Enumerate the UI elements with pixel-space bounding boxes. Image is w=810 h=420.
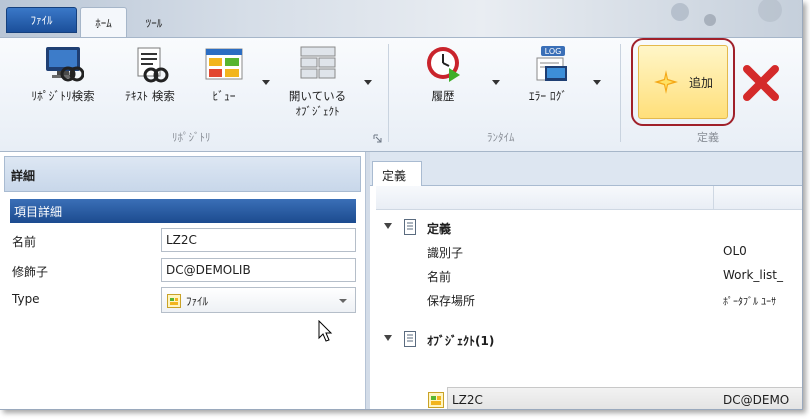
history-clock-icon <box>427 47 460 82</box>
open-objects-label-line1: 開いている <box>288 89 347 103</box>
open-objects-dropdown-arrow-icon[interactable] <box>364 80 372 85</box>
view-dropdown-arrow-icon[interactable] <box>262 80 270 85</box>
definition-tab-header: 定義 <box>370 156 802 187</box>
open-objects-label-line2: ｵﾌﾞｼﾞｪｸﾄ <box>295 105 340 118</box>
open-objects-button[interactable]: 開いている ｵﾌﾞｼﾞｪｸﾄ <box>280 44 355 120</box>
tree-row[interactable]: 保存場所 ﾎﾟｰﾀﾌﾞﾙ ﾕｰｻ <box>370 288 802 310</box>
sparkle-icon <box>653 70 678 94</box>
details-panel: 詳細 項目詳細 名前 LZ2C 修飾子 DC@DEMOLIB Type ﾌｧｲﾙ <box>0 152 365 409</box>
definition-node-label: 定義 <box>427 222 452 236</box>
identifier-value: OL0 <box>723 244 747 258</box>
details-panel-header: 詳細 <box>4 156 361 192</box>
history-dropdown-arrow-icon[interactable] <box>492 80 500 85</box>
history-label: 履歴 <box>431 89 455 103</box>
group-label-repository: ﾘﾎﾟｼﾞﾄﾘ <box>172 131 211 144</box>
field-row-qualifier: 修飾子 DC@DEMOLIB <box>10 258 356 284</box>
identifier-label: 識別子 <box>427 246 464 260</box>
mouse-cursor-icon <box>318 320 333 342</box>
log-badge-text: LOG <box>545 47 562 56</box>
tree-row-object[interactable]: LZ2C DC@DEMO <box>370 389 802 409</box>
tab-tools[interactable]: ﾂｰﾙ <box>132 7 176 38</box>
group-label-definition: 定義 <box>697 131 719 144</box>
text-search-icon <box>137 47 169 83</box>
view-button[interactable]: ﾋﾞｭｰ <box>198 44 250 104</box>
error-log-icon: LOG <box>536 46 567 81</box>
name-field[interactable]: LZ2C <box>161 228 356 252</box>
tree-node-objects[interactable]: ｵﾌﾞｼﾞｪｸﾄ(1) <box>370 328 802 350</box>
add-button-highlight: 追加 <box>631 38 735 126</box>
tree-node-definition[interactable]: 定義 <box>370 216 802 238</box>
item-details-section-bar: 項目詳細 <box>10 199 356 223</box>
name-field-label: 名前 <box>12 235 37 249</box>
dialog-launcher-icon[interactable] <box>373 134 382 143</box>
qualifier-field-label: 修飾子 <box>12 265 49 279</box>
group-separator <box>620 44 621 142</box>
repository-search-button[interactable]: ﾘﾎﾟｼﾞﾄﾘ検索 <box>22 44 104 104</box>
type-field-label: Type <box>12 292 40 306</box>
storage-location-label: 保存場所 <box>427 294 476 308</box>
open-objects-icon <box>300 46 335 79</box>
type-select[interactable]: ﾌｧｲﾙ <box>161 287 356 313</box>
app-window: ﾌｧｲﾙ ﾎｰﾑ ﾂｰﾙ ﾘﾎﾟｼﾞﾄﾘ検索 ﾃｷｽﾄ 検索 ﾋﾞｭｰ 開いてい… <box>0 0 803 410</box>
expand-triangle-icon[interactable] <box>384 223 392 229</box>
document-icon <box>404 219 416 235</box>
delete-x-icon[interactable] <box>742 64 780 102</box>
chevron-down-icon <box>339 299 347 303</box>
repository-search-icon <box>46 47 84 82</box>
field-row-type: Type ﾌｧｲﾙ <box>10 287 356 313</box>
tree-column-header <box>376 186 802 210</box>
type-select-value: ﾌｧｲﾙ <box>186 295 208 308</box>
tab-definition[interactable]: 定義 <box>372 161 422 187</box>
field-row-name: 名前 LZ2C <box>10 228 356 254</box>
storage-location-value: ﾎﾟｰﾀﾌﾞﾙ ﾕｰｻ <box>723 297 777 308</box>
group-separator <box>388 44 389 142</box>
objects-node-label: ｵﾌﾞｼﾞｪｸﾄ(1) <box>427 334 495 348</box>
tab-home[interactable]: ﾎｰﾑ <box>80 7 127 38</box>
qualifier-field[interactable]: DC@DEMOLIB <box>161 258 356 282</box>
repository-search-label: ﾘﾎﾟｼﾞﾄﾘ検索 <box>31 89 95 103</box>
tab-file[interactable]: ﾌｧｲﾙ <box>6 7 77 33</box>
open-objects-label: 開いている ｵﾌﾞｼﾞｪｸﾄ <box>289 88 346 120</box>
definition-panel: 定義 定義 識別子 OL0 名前 Work_list_ 保存場所 ﾎﾟｰﾀﾌﾞﾙ… <box>370 152 802 409</box>
document-icon <box>404 331 416 347</box>
file-object-icon <box>428 392 444 408</box>
object-qualifier: DC@DEMO <box>723 393 790 407</box>
file-type-icon <box>167 294 181 308</box>
tree-row[interactable]: 識別子 OL0 <box>370 240 802 262</box>
error-log-dropdown-arrow-icon[interactable] <box>593 80 601 85</box>
add-button[interactable]: 追加 <box>638 45 728 119</box>
group-label-runtime: ﾗﾝﾀｲﾑ <box>487 131 515 144</box>
view-layout-icon <box>205 48 243 80</box>
history-button[interactable]: 履歴 <box>412 44 474 104</box>
definition-tree: 定義 識別子 OL0 名前 Work_list_ 保存場所 ﾎﾟｰﾀﾌﾞﾙ ﾕｰ… <box>370 186 802 409</box>
tree-row[interactable]: 名前 Work_list_ <box>370 264 802 286</box>
view-label: ﾋﾞｭｰ <box>212 89 236 103</box>
background-decoration <box>671 0 782 26</box>
error-log-label: ｴﾗｰ ﾛｸﾞ <box>528 89 568 103</box>
expand-triangle-icon[interactable] <box>384 335 392 341</box>
add-label: 追加 <box>688 75 713 90</box>
ribbon: ﾘﾎﾟｼﾞﾄﾘ検索 ﾃｷｽﾄ 検索 ﾋﾞｭｰ 開いている ｵﾌﾞｼﾞｪｸﾄ ﾘﾎ… <box>0 37 802 152</box>
name-value: Work_list_ <box>723 268 784 282</box>
error-log-button[interactable]: LOG ｴﾗｰ ﾛｸﾞ <box>512 44 584 104</box>
ribbon-tab-strip: ﾌｧｲﾙ ﾎｰﾑ ﾂｰﾙ <box>0 0 802 38</box>
text-search-button[interactable]: ﾃｷｽﾄ 検索 <box>115 44 185 104</box>
name-label: 名前 <box>427 270 452 284</box>
object-name: LZ2C <box>452 393 483 407</box>
text-search-label: ﾃｷｽﾄ 検索 <box>125 89 175 103</box>
